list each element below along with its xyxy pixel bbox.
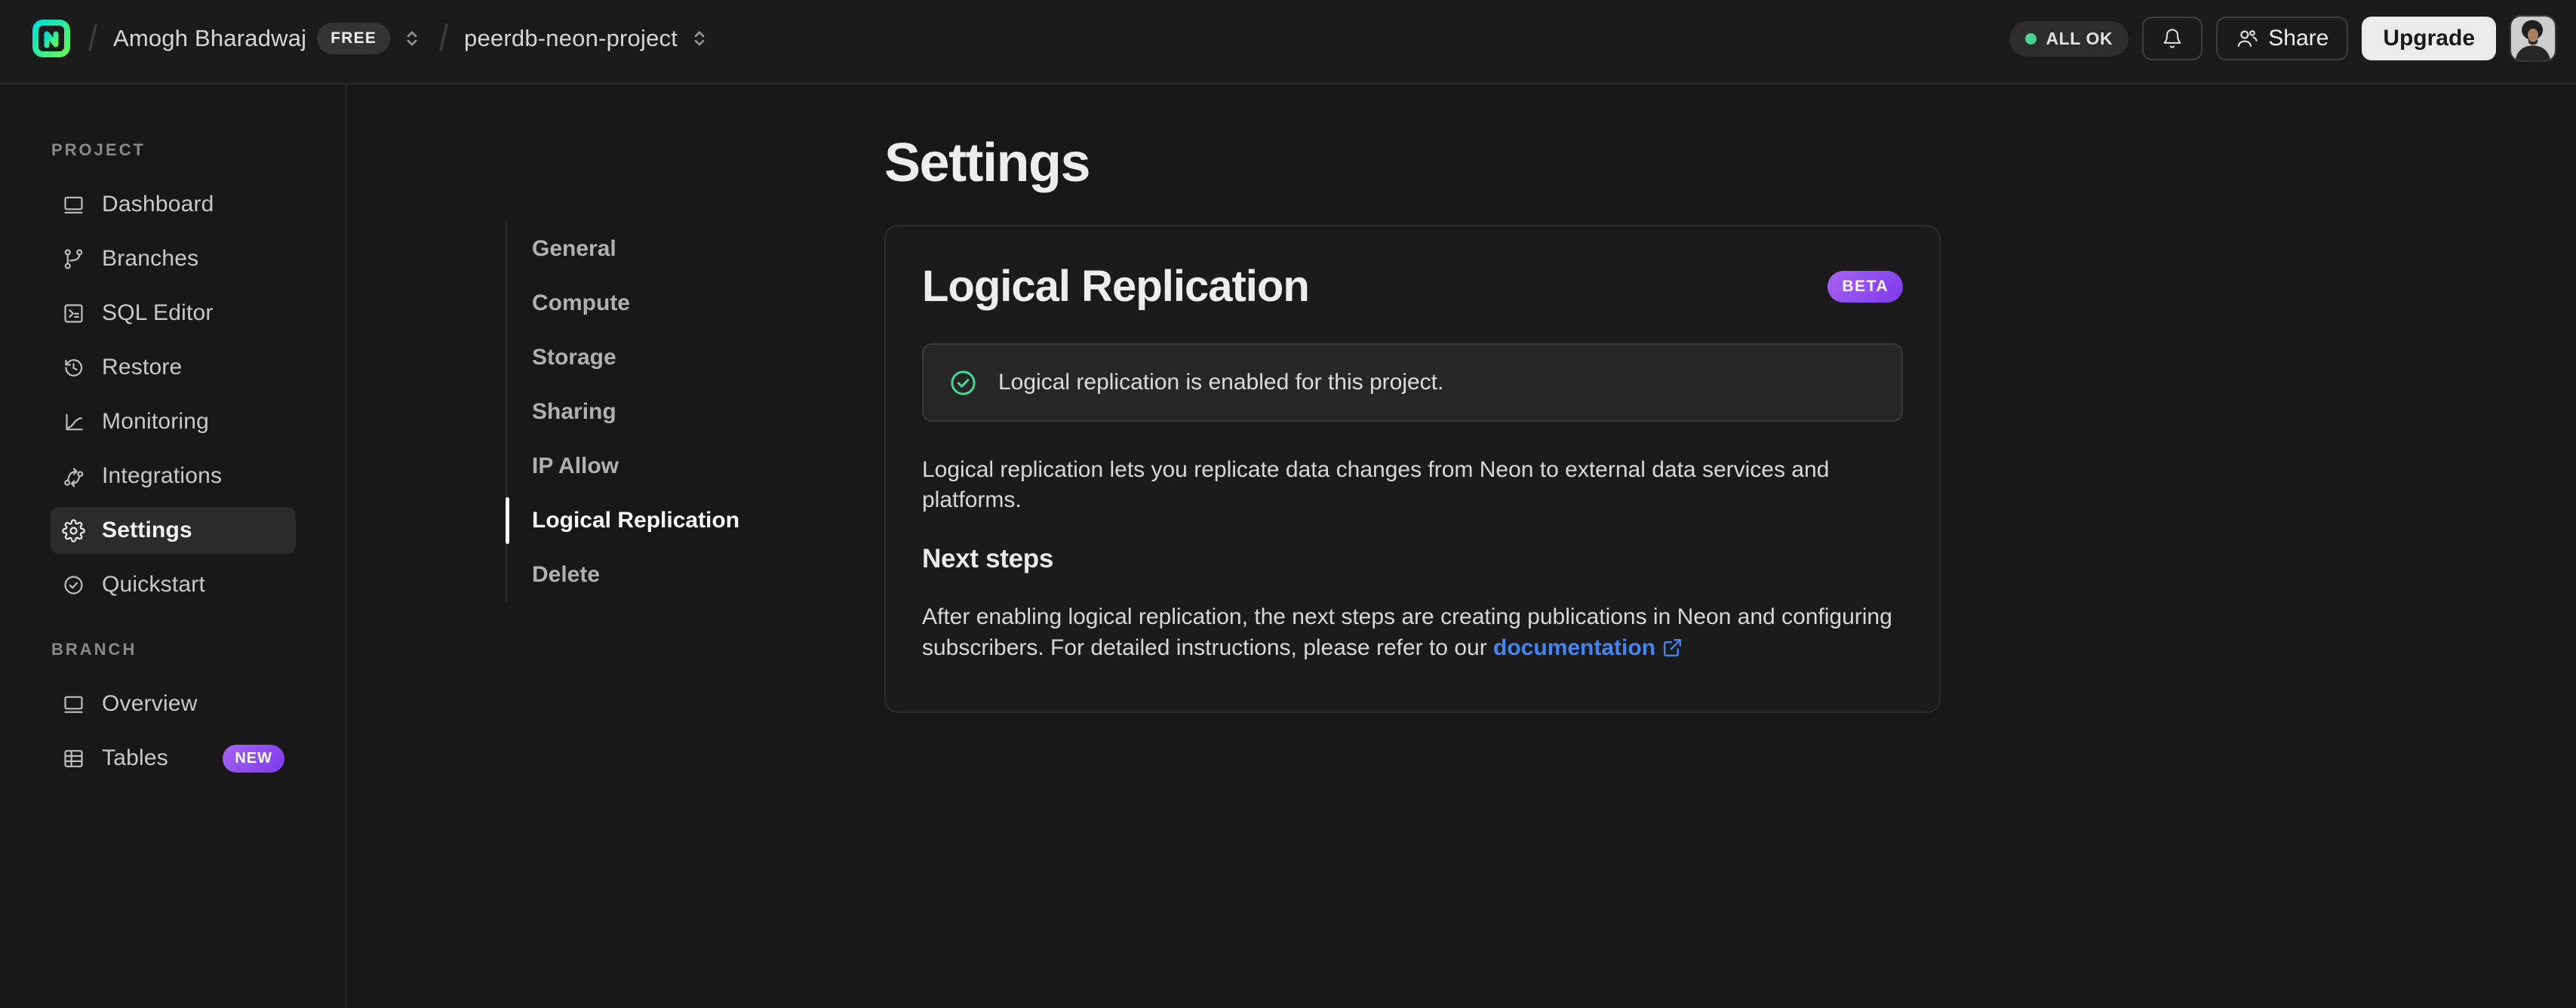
sidebar-item-tables[interactable]: Tables NEW xyxy=(51,735,296,782)
sidebar-item-label: SQL Editor xyxy=(102,300,214,325)
settings-tab-compute[interactable]: Compute xyxy=(507,276,770,330)
alert-text: Logical replication is enabled for this … xyxy=(998,370,1444,395)
top-bar: / Amogh Bharadwaj FREE / peerdb-neon-pro… xyxy=(0,0,2576,85)
next-steps-text-body: After enabling logical replication, the … xyxy=(922,604,1892,660)
external-link-icon xyxy=(1663,639,1682,657)
avatar[interactable] xyxy=(2510,15,2556,62)
sidebar-section-branch: BRANCH xyxy=(51,640,137,659)
sidebar-item-label: Monitoring xyxy=(102,409,210,434)
notifications-button[interactable] xyxy=(2142,17,2203,60)
overview-icon xyxy=(64,696,83,713)
documentation-link-label: documentation xyxy=(1493,635,1656,660)
beta-badge: BETA xyxy=(1827,270,1903,303)
logical-replication-card: Logical Replication BETA Logical replica… xyxy=(884,225,1941,713)
status-dot-icon xyxy=(2025,32,2037,45)
check-circle-icon xyxy=(64,575,83,595)
next-steps-text: After enabling logical replication, the … xyxy=(922,601,1903,663)
branches-icon xyxy=(64,248,83,269)
chevron-updown-icon xyxy=(407,31,417,46)
check-circle-icon xyxy=(951,370,976,395)
sidebar-section-project: PROJECT xyxy=(51,140,146,159)
monitoring-icon xyxy=(66,413,83,430)
settings-tab-logical-replication[interactable]: Logical Replication xyxy=(505,493,770,548)
page-title: Settings xyxy=(884,133,1091,193)
new-badge: NEW xyxy=(223,744,284,773)
sidebar-item-overview[interactable]: Overview xyxy=(51,681,296,727)
sidebar-item-sql-editor[interactable]: SQL Editor xyxy=(51,290,296,337)
project-selector[interactable]: peerdb-neon-project xyxy=(464,25,711,52)
settings-tab-storage[interactable]: Storage xyxy=(507,330,770,385)
sidebar-item-label: Integrations xyxy=(102,463,223,488)
settings-subnav: General Compute Storage Sharing IP Allow… xyxy=(505,222,770,602)
settings-tab-delete[interactable]: Delete xyxy=(507,548,770,602)
sidebar-item-label: Branches xyxy=(102,246,199,271)
users-icon xyxy=(2237,30,2258,48)
integrations-icon xyxy=(64,467,84,487)
tables-icon xyxy=(64,749,83,767)
gear-icon xyxy=(62,518,85,542)
next-steps-heading: Next steps xyxy=(922,544,1054,573)
sidebar-item-integrations[interactable]: Integrations xyxy=(51,453,296,499)
sidebar-item-dashboard[interactable]: Dashboard xyxy=(51,181,296,228)
bell-icon xyxy=(2163,29,2181,48)
org-selector[interactable]: Amogh Bharadwaj FREE xyxy=(113,23,423,54)
sidebar-item-restore[interactable]: Restore xyxy=(51,344,296,391)
breadcrumb-separator: / xyxy=(439,17,449,60)
neon-logo-icon[interactable] xyxy=(30,17,72,60)
plan-badge: FREE xyxy=(317,23,391,54)
breadcrumb-separator: / xyxy=(88,17,97,60)
settings-tab-sharing[interactable]: Sharing xyxy=(507,385,770,439)
sidebar-item-label: Tables xyxy=(102,745,168,770)
sidebar-item-label: Dashboard xyxy=(102,192,214,217)
sidebar-item-label: Overview xyxy=(102,691,198,716)
org-name: Amogh Bharadwaj xyxy=(112,25,307,51)
sidebar-item-label: Settings xyxy=(102,518,192,542)
upgrade-button[interactable]: Upgrade xyxy=(2362,17,2496,60)
sidebar-item-quickstart[interactable]: Quickstart xyxy=(51,561,296,608)
sql-editor-icon xyxy=(64,303,83,323)
sidebar-item-monitoring[interactable]: Monitoring xyxy=(51,398,296,445)
documentation-link[interactable]: documentation xyxy=(1493,635,1683,660)
settings-tab-ip-allow[interactable]: IP Allow xyxy=(507,439,770,493)
status-text: ALL OK xyxy=(2046,28,2113,48)
share-button[interactable]: Share xyxy=(2216,17,2349,60)
project-name: peerdb-neon-project xyxy=(464,25,678,51)
sidebar: PROJECT Dashboard Branches SQL Editor Re… xyxy=(0,85,347,1008)
card-title: Logical Replication xyxy=(922,262,1310,311)
description-text: Logical replication lets you replicate d… xyxy=(922,457,1830,512)
main-content: Settings Logical Replication BETA Logica… xyxy=(884,85,1941,713)
restore-icon xyxy=(65,358,83,376)
topbar-actions: ALL OK Share Upgrade xyxy=(2009,15,2556,62)
dashboard-icon xyxy=(64,196,83,214)
sidebar-item-branches[interactable]: Branches xyxy=(51,235,296,282)
breadcrumb: / Amogh Bharadwaj FREE / peerdb-neon-pro… xyxy=(30,17,711,60)
chevron-updown-icon xyxy=(694,31,705,46)
avatar-image xyxy=(2511,17,2555,60)
success-alert: Logical replication is enabled for this … xyxy=(922,343,1903,422)
status-badge[interactable]: ALL OK xyxy=(2009,20,2129,57)
sidebar-item-label: Quickstart xyxy=(102,572,206,597)
share-label: Share xyxy=(2268,26,2329,51)
settings-tab-general[interactable]: General xyxy=(507,222,770,276)
sidebar-item-settings[interactable]: Settings xyxy=(51,507,296,554)
sidebar-item-label: Restore xyxy=(102,355,183,380)
